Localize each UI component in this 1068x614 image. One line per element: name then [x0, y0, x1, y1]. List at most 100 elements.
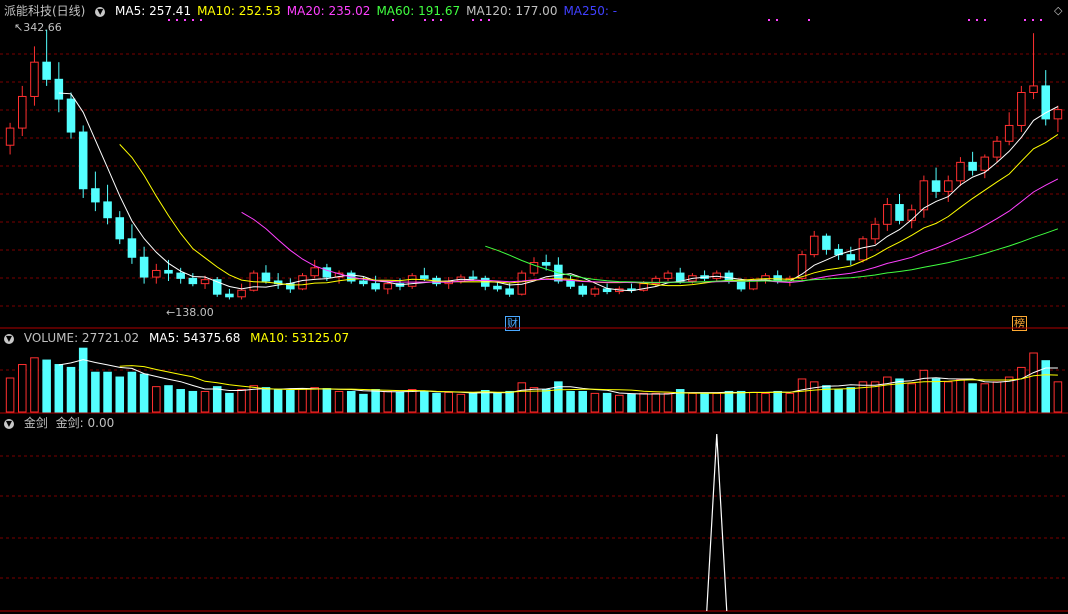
volume-bar: [407, 389, 417, 413]
volume-bar: [346, 390, 356, 413]
volume-bar: [566, 390, 575, 413]
event-dot: [1032, 19, 1034, 21]
candle-body: [992, 140, 1002, 158]
event-dot: [192, 19, 194, 21]
volume-bar: [639, 392, 648, 413]
volume-bar: [30, 357, 39, 413]
volume-bar: [286, 389, 295, 413]
volume-bar: [1053, 381, 1063, 413]
event-dot: [440, 19, 442, 21]
candle-body: [797, 254, 807, 279]
volume-bar: [919, 369, 929, 413]
candle-body: [17, 95, 27, 129]
volume-bar: [846, 387, 856, 413]
volume-bar: [359, 393, 368, 413]
candle-body: [505, 288, 514, 295]
candle-body: [407, 275, 417, 287]
volume-bar: [883, 376, 892, 413]
volume-bar: [505, 390, 514, 413]
candle-body: [66, 98, 76, 133]
volume-bar: [517, 382, 527, 413]
volume-bar: [127, 371, 137, 413]
candle-body: [870, 223, 880, 240]
candle-body: [541, 262, 551, 266]
candle-body: [54, 78, 64, 100]
event-dot: [200, 19, 202, 21]
volume-bar: [736, 390, 746, 413]
volume-bar: [773, 390, 782, 413]
volume-bar: [980, 383, 990, 413]
volume-bar: [78, 347, 88, 413]
volume-bar: [1029, 352, 1038, 413]
volume-bar: [992, 381, 1002, 413]
volume-bar: [456, 393, 466, 413]
candle-body: [176, 272, 185, 279]
volume-bar: [834, 389, 843, 413]
volume-bar: [797, 378, 807, 413]
event-dot: [488, 19, 490, 21]
volume-bar: [943, 381, 953, 413]
volume-bar: [371, 389, 380, 413]
volume-bar: [115, 376, 125, 413]
event-dot: [808, 19, 810, 21]
volume-bar: [383, 390, 393, 413]
volume-bar: [785, 392, 795, 413]
volume-bar: [749, 391, 758, 413]
candle-body: [42, 61, 51, 80]
candle-body: [371, 283, 380, 290]
candle-body: [298, 275, 307, 290]
volume-bar: [176, 389, 185, 413]
candle-body: [383, 283, 393, 290]
candle-body: [30, 61, 39, 97]
ma60-line: [485, 228, 1059, 283]
candle-body: [907, 209, 916, 221]
volume-bar: [700, 392, 709, 413]
kline-chart[interactable]: [0, 0, 1068, 614]
candle-body: [115, 217, 125, 240]
candle-body: [883, 204, 892, 225]
event-dot: [424, 19, 426, 21]
candle-body: [675, 272, 685, 282]
candle-body: [5, 127, 15, 146]
volume-bar: [432, 392, 441, 413]
volume-bar: [724, 390, 734, 413]
candle-body: [468, 276, 478, 279]
ma10-line: [119, 133, 1059, 287]
volume-bar: [809, 381, 819, 413]
volume-bar: [91, 371, 100, 413]
candle-body: [822, 235, 831, 250]
candle-body: [919, 180, 929, 211]
candle-body: [310, 267, 319, 277]
volume-bar: [334, 390, 344, 413]
volume-bar: [261, 387, 271, 413]
volume-bar: [103, 371, 112, 413]
volume-bar: [651, 392, 661, 413]
volume-bar: [139, 373, 149, 413]
candle-body: [225, 293, 234, 298]
candle-body: [736, 280, 746, 290]
candle-body: [846, 254, 856, 261]
volume-bar: [541, 389, 551, 413]
candle-body: [420, 275, 429, 279]
candle-body: [152, 269, 161, 278]
volume-bar: [602, 392, 612, 413]
volume-bar: [54, 364, 64, 413]
volume-bar: [395, 391, 405, 413]
volume-bar: [688, 392, 697, 413]
volume-bar: [627, 393, 636, 413]
event-dot: [472, 19, 474, 21]
volume-bar: [17, 364, 27, 413]
volume-bar: [237, 389, 246, 413]
event-dot: [768, 19, 770, 21]
event-dot: [392, 19, 394, 21]
candle-body: [359, 280, 368, 285]
volume-bar: [907, 383, 916, 413]
event-dot: [184, 19, 186, 21]
volume-bar: [420, 390, 429, 413]
candle-body: [1053, 109, 1063, 120]
candle-body: [858, 238, 868, 261]
candle-body: [91, 188, 100, 203]
candle-body: [139, 256, 149, 278]
volume-bar: [66, 366, 76, 413]
volume-bar: [188, 390, 198, 413]
